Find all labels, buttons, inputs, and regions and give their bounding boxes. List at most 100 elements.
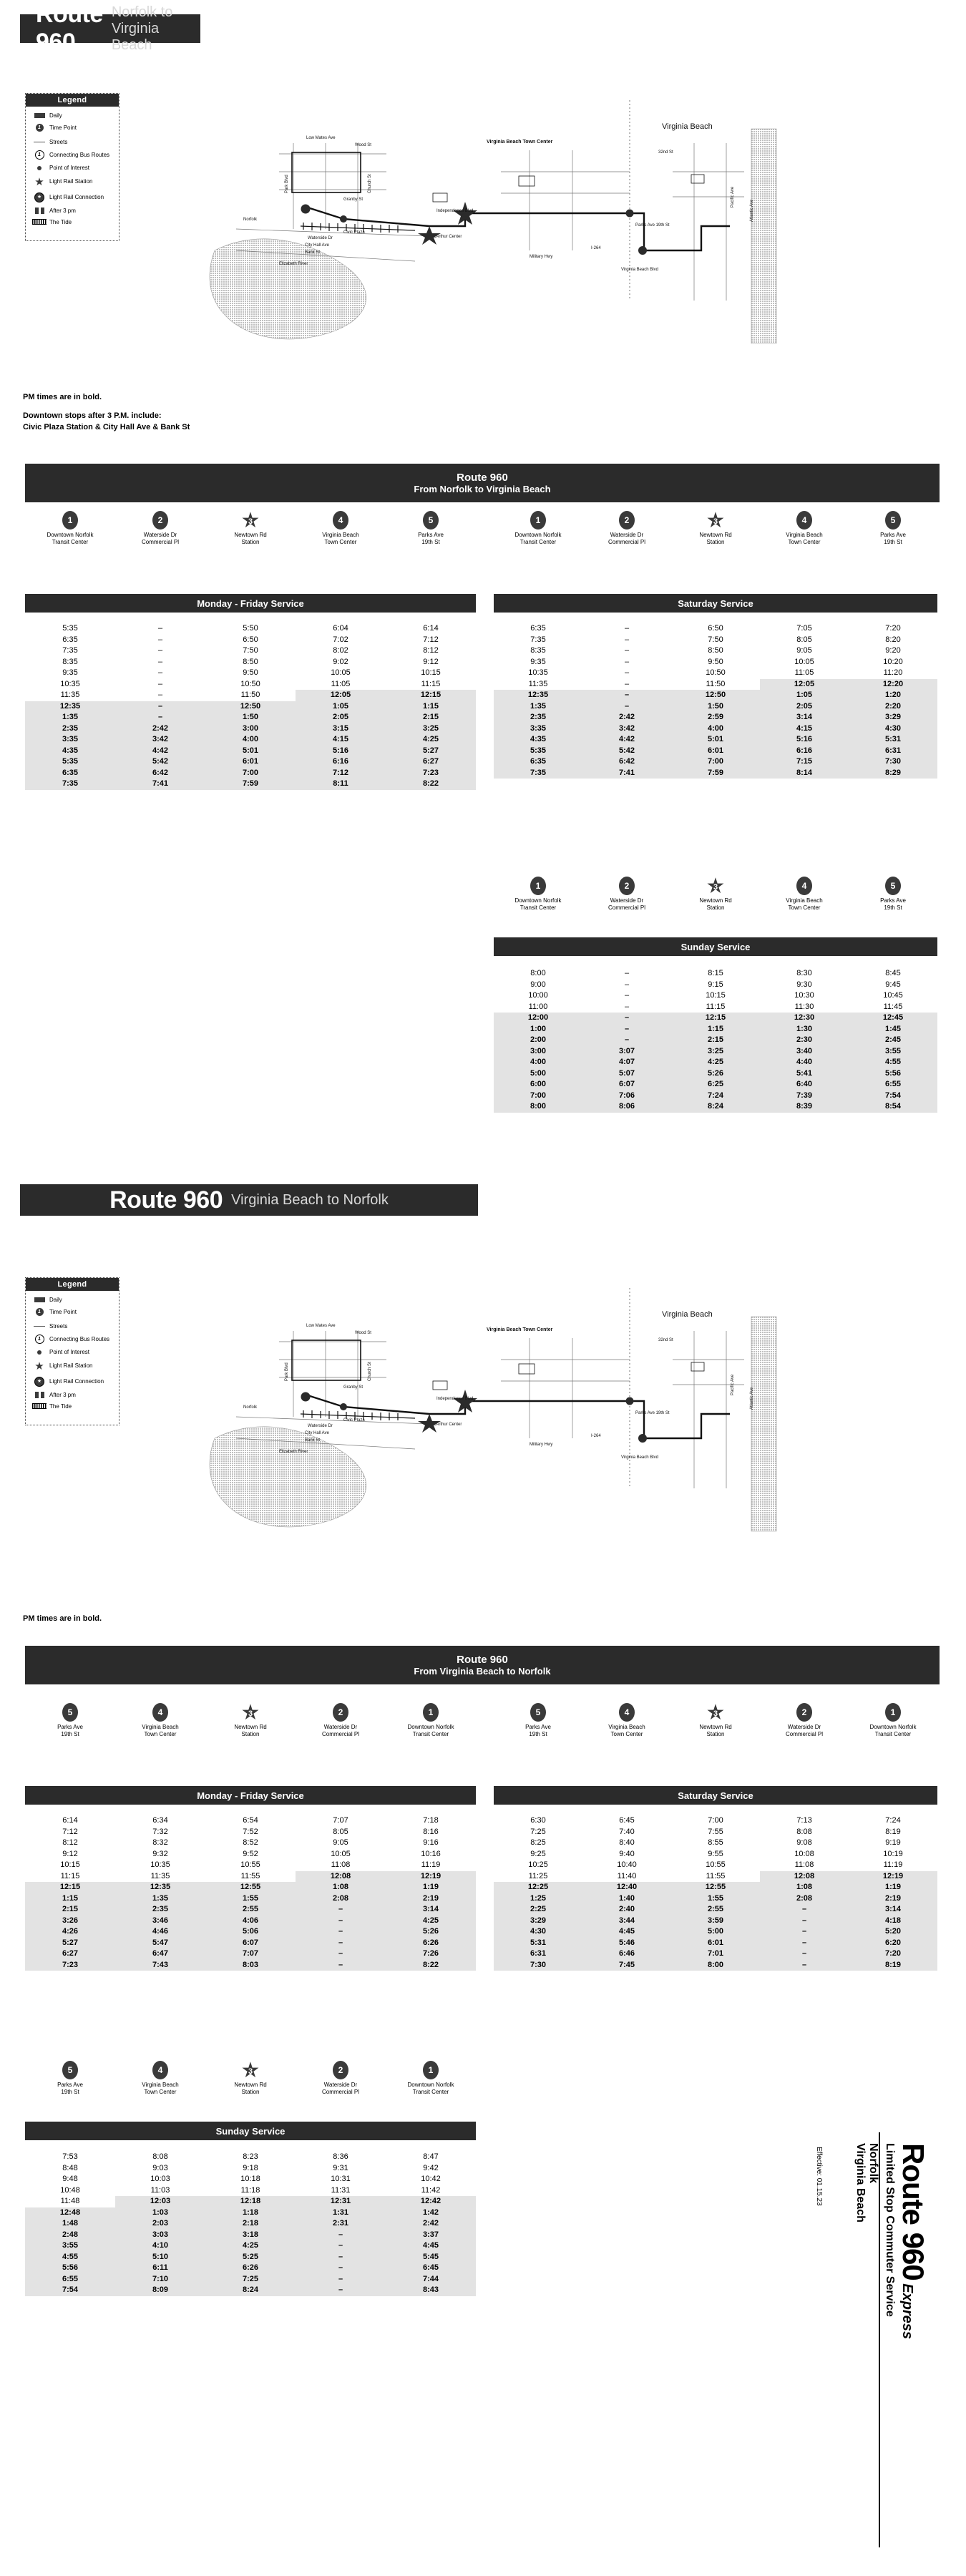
legend-items: Daily 1 Time Point Streets 1 Connecting … bbox=[26, 107, 119, 235]
stop-header-1[interactable]: 1 Downtown Norfolk Transit Center bbox=[25, 511, 115, 546]
time-cell-pm: 2:48 bbox=[25, 2229, 115, 2240]
stop-header-2[interactable]: 2 Waterside Dr Commercial Pl bbox=[296, 1703, 386, 1738]
time-cell-pm: 2:19 bbox=[849, 1893, 937, 1904]
time-cell-pm: – bbox=[296, 2229, 386, 2240]
stop-header-3[interactable]: ★ 3 Newtown Rd Station bbox=[205, 510, 296, 546]
time-cell: – bbox=[157, 646, 163, 655]
stop-header-3[interactable]: ★ 3 Newtown Rd Station bbox=[205, 1702, 296, 1738]
stop-header-5[interactable]: 5 Parks Ave 19th St bbox=[25, 1703, 115, 1738]
stop-badge-2: 2 bbox=[152, 511, 168, 530]
time-cell-pm: 4:10 bbox=[115, 2240, 205, 2252]
time-cell-pm: – bbox=[582, 1023, 671, 1035]
stop-name-line2: Station bbox=[706, 904, 725, 911]
time-cell-pm: 5:27 bbox=[25, 1937, 115, 1948]
time-cell-pm: 3:55 bbox=[849, 1045, 937, 1057]
time-cell-pm: 4:55 bbox=[25, 2251, 115, 2263]
time-cell: 7:12 bbox=[62, 1827, 78, 1836]
stop-name-line1: Newtown Rd bbox=[699, 897, 732, 904]
time-cell-pm: 7:45 bbox=[582, 1959, 671, 1971]
time-cell-pm: 1:40 bbox=[582, 1893, 671, 1904]
route-map-svg: Virginia Beach Norfolk Virginia Beach To… bbox=[209, 100, 777, 344]
map-label-military-hwy: Military Hwy bbox=[530, 255, 552, 259]
stop-header-4[interactable]: 4 Virginia Beach Town Center bbox=[760, 511, 849, 546]
time-cell-pm: 2:45 bbox=[849, 1035, 937, 1046]
time-cell-pm: 4:00 bbox=[671, 723, 760, 734]
time-cell: 8:48 bbox=[62, 2163, 78, 2172]
stop-header-5[interactable]: 5 Parks Ave 19th St bbox=[386, 511, 476, 546]
stop-header-3[interactable]: ★ 3 Newtown Rd Station bbox=[671, 509, 760, 546]
stop-header-1[interactable]: 1 Downtown Norfolk Transit Center bbox=[494, 511, 582, 546]
time-cell: 7:25 bbox=[530, 1827, 546, 1836]
map-label-elizabeth-river: Elizabeth River bbox=[279, 262, 308, 266]
stop-name-line2: Station bbox=[241, 1731, 260, 1737]
time-cell-pm: 1:45 bbox=[849, 1023, 937, 1035]
time-cell-pm: 2:15 bbox=[25, 1904, 115, 1916]
stop-name-line1: Newtown Rd bbox=[699, 1724, 732, 1730]
time-cell-pm: 2:35 bbox=[115, 1904, 205, 1916]
time-cell-pm: 6:16 bbox=[296, 756, 386, 768]
stop-header-5[interactable]: 5 Parks Ave 19th St bbox=[849, 877, 937, 912]
time-cell: – bbox=[157, 668, 163, 677]
time-cell: 11:31 bbox=[331, 2185, 351, 2195]
time-cell: 8:25 bbox=[530, 1838, 546, 1847]
stop-header-1[interactable]: 1 Downtown Norfolk Transit Center bbox=[494, 877, 582, 912]
stop-header-5[interactable]: 5 Parks Ave 19th St bbox=[25, 2061, 115, 2096]
light-rail-station-icon: ★ 3 bbox=[706, 509, 726, 532]
stop-header-2[interactable]: 2 Waterside Dr Commercial Pl bbox=[582, 877, 671, 912]
time-cell-pm: 3:15 bbox=[296, 723, 386, 734]
stop-header-4[interactable]: 4 Virginia Beach Town Center bbox=[115, 2061, 205, 2096]
time-cell-pm: 5:26 bbox=[671, 1068, 760, 1079]
stop-header-1[interactable]: 1 Downtown Norfolk Transit Center bbox=[386, 2061, 476, 2096]
stop-name-line1: Waterside Dr bbox=[610, 897, 644, 904]
stop-header-4[interactable]: 4 Virginia Beach Town Center bbox=[296, 511, 386, 546]
stop-header-1[interactable]: 1 Downtown Norfolk Transit Center bbox=[849, 1703, 937, 1738]
stop-header-2[interactable]: 2 Waterside Dr Commercial Pl bbox=[760, 1703, 849, 1738]
connecting-bus-route-icon: 1 bbox=[31, 150, 47, 160]
legend-item-daily: Daily bbox=[31, 112, 114, 119]
stop-header-2[interactable]: 2 Waterside Dr Commercial Pl bbox=[115, 511, 205, 546]
time-cell-pm: 3:14 bbox=[760, 712, 849, 723]
time-cell-pm: 5:56 bbox=[849, 1068, 937, 1079]
time-cell-pm: 7:44 bbox=[386, 2273, 476, 2285]
time-cell-pm: 12:45 bbox=[849, 1013, 937, 1024]
time-cell: 9:12 bbox=[423, 657, 439, 666]
time-cell-pm: 6:25 bbox=[671, 1079, 760, 1091]
stop-name-line1: Virginia Beach bbox=[786, 532, 823, 538]
time-cell-pm: 4:55 bbox=[849, 1057, 937, 1068]
time-cell-pm: 5:42 bbox=[115, 756, 205, 768]
time-cell-pm: 3:26 bbox=[25, 1915, 115, 1926]
time-cell-pm: – bbox=[296, 1937, 386, 1948]
stop-badge-1: 1 bbox=[423, 2061, 439, 2079]
stop-header-4[interactable]: 4 Virginia Beach Town Center bbox=[115, 1703, 205, 1738]
stop-header-3[interactable]: ★ 3 Newtown Rd Station bbox=[671, 876, 760, 912]
time-cell-pm: 5:35 bbox=[494, 745, 582, 756]
stop-header-3[interactable]: ★ 3 Newtown Rd Station bbox=[205, 2060, 296, 2096]
time-cell-pm: 8:06 bbox=[582, 1101, 671, 1113]
time-cell: 10:05 bbox=[331, 668, 351, 677]
time-cell: 7:52 bbox=[243, 1827, 258, 1836]
time-cell: 11:15 bbox=[421, 679, 441, 688]
map-label-vb-blvd: Virginia Beach Blvd bbox=[621, 1455, 658, 1460]
outbound-saturday-times: 6:35 7:35 8:35 9:35 10:35 11:35 12:35 1:35 2:35 3… bbox=[494, 620, 937, 784]
stop-header-5[interactable]: 5 Parks Ave 19th St bbox=[849, 511, 937, 546]
time-column: 7:20 8:20 9:20 10:20 11:20 12:20 1:20 2:20 3:29 4… bbox=[849, 620, 937, 784]
stop-header-1[interactable]: 1 Downtown Norfolk Transit Center bbox=[386, 1703, 476, 1738]
stop-header-3[interactable]: ★ 3 Newtown Rd Station bbox=[671, 1702, 760, 1738]
legend-item-connecting-bus: 1 Connecting Bus Routes bbox=[31, 1335, 114, 1345]
time-cell-pm: 4:25 bbox=[386, 1915, 476, 1926]
time-cell: 11:15 bbox=[60, 1871, 80, 1880]
time-cell-pm: 8:00 bbox=[671, 1959, 760, 1971]
stop-header-4[interactable]: 4 Virginia Beach Town Center bbox=[760, 877, 849, 912]
stop-header-5[interactable]: 5 Parks Ave 19th St bbox=[494, 1703, 582, 1738]
stop-badge-2: 2 bbox=[796, 1703, 812, 1722]
time-cell-pm: – bbox=[296, 1959, 386, 1971]
stop-header-2[interactable]: 2 Waterside Dr Commercial Pl bbox=[296, 2061, 386, 2096]
after-3pm-icon bbox=[31, 1391, 47, 1398]
panel-b-notes: PM times are in bold. bbox=[23, 1614, 102, 1625]
stop-header-2[interactable]: 2 Waterside Dr Commercial Pl bbox=[582, 511, 671, 546]
time-cell-pm: 12:03 bbox=[115, 2196, 205, 2207]
stop-header-4[interactable]: 4 Virginia Beach Town Center bbox=[582, 1703, 671, 1738]
stop-name-line2: Commercial Pl bbox=[608, 539, 645, 545]
time-cell-pm: 8:03 bbox=[205, 1959, 296, 1971]
time-cell-pm: 1:15 bbox=[25, 1893, 115, 1904]
